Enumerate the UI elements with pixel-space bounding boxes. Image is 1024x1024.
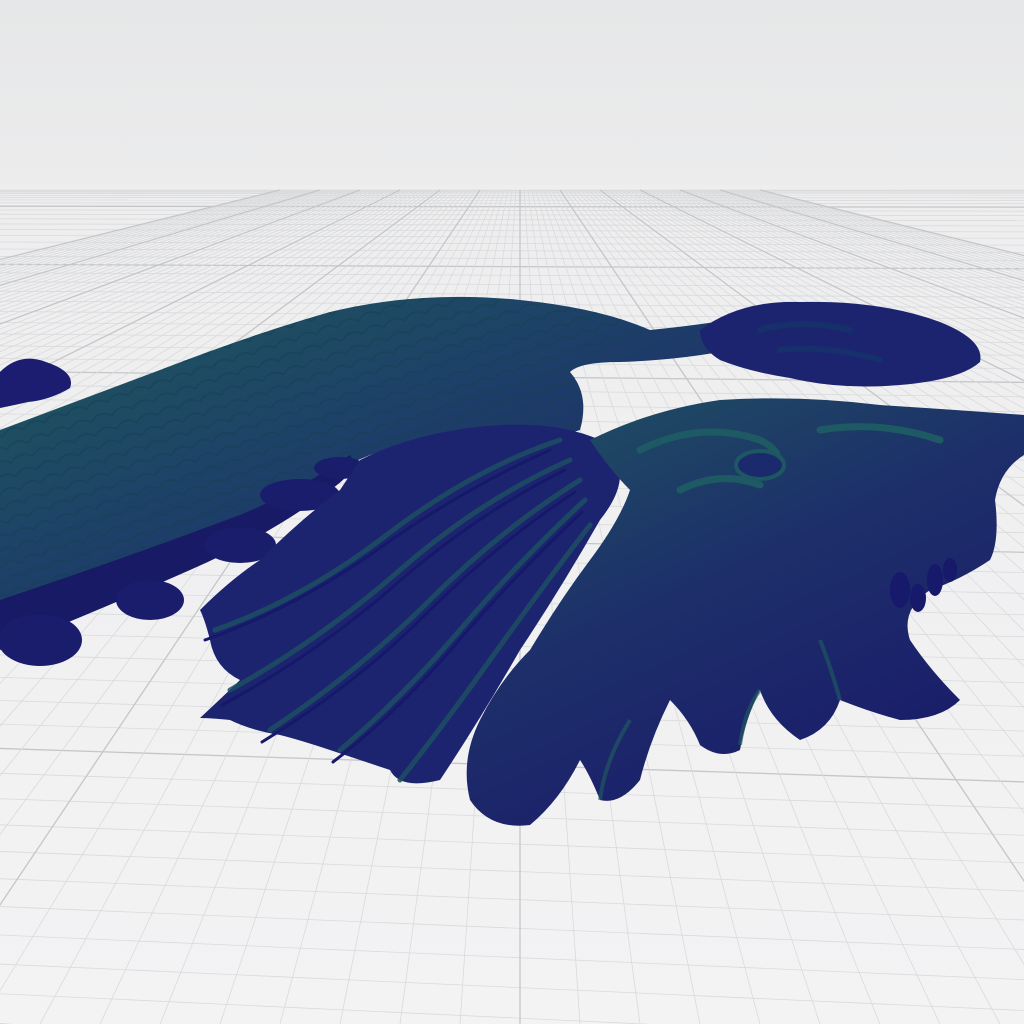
- 3d-viewport[interactable]: [0, 0, 1024, 1024]
- viewport-canvas[interactable]: [0, 0, 1024, 1024]
- sky: [0, 0, 1024, 195]
- dragon-eye-icon: [734, 449, 786, 481]
